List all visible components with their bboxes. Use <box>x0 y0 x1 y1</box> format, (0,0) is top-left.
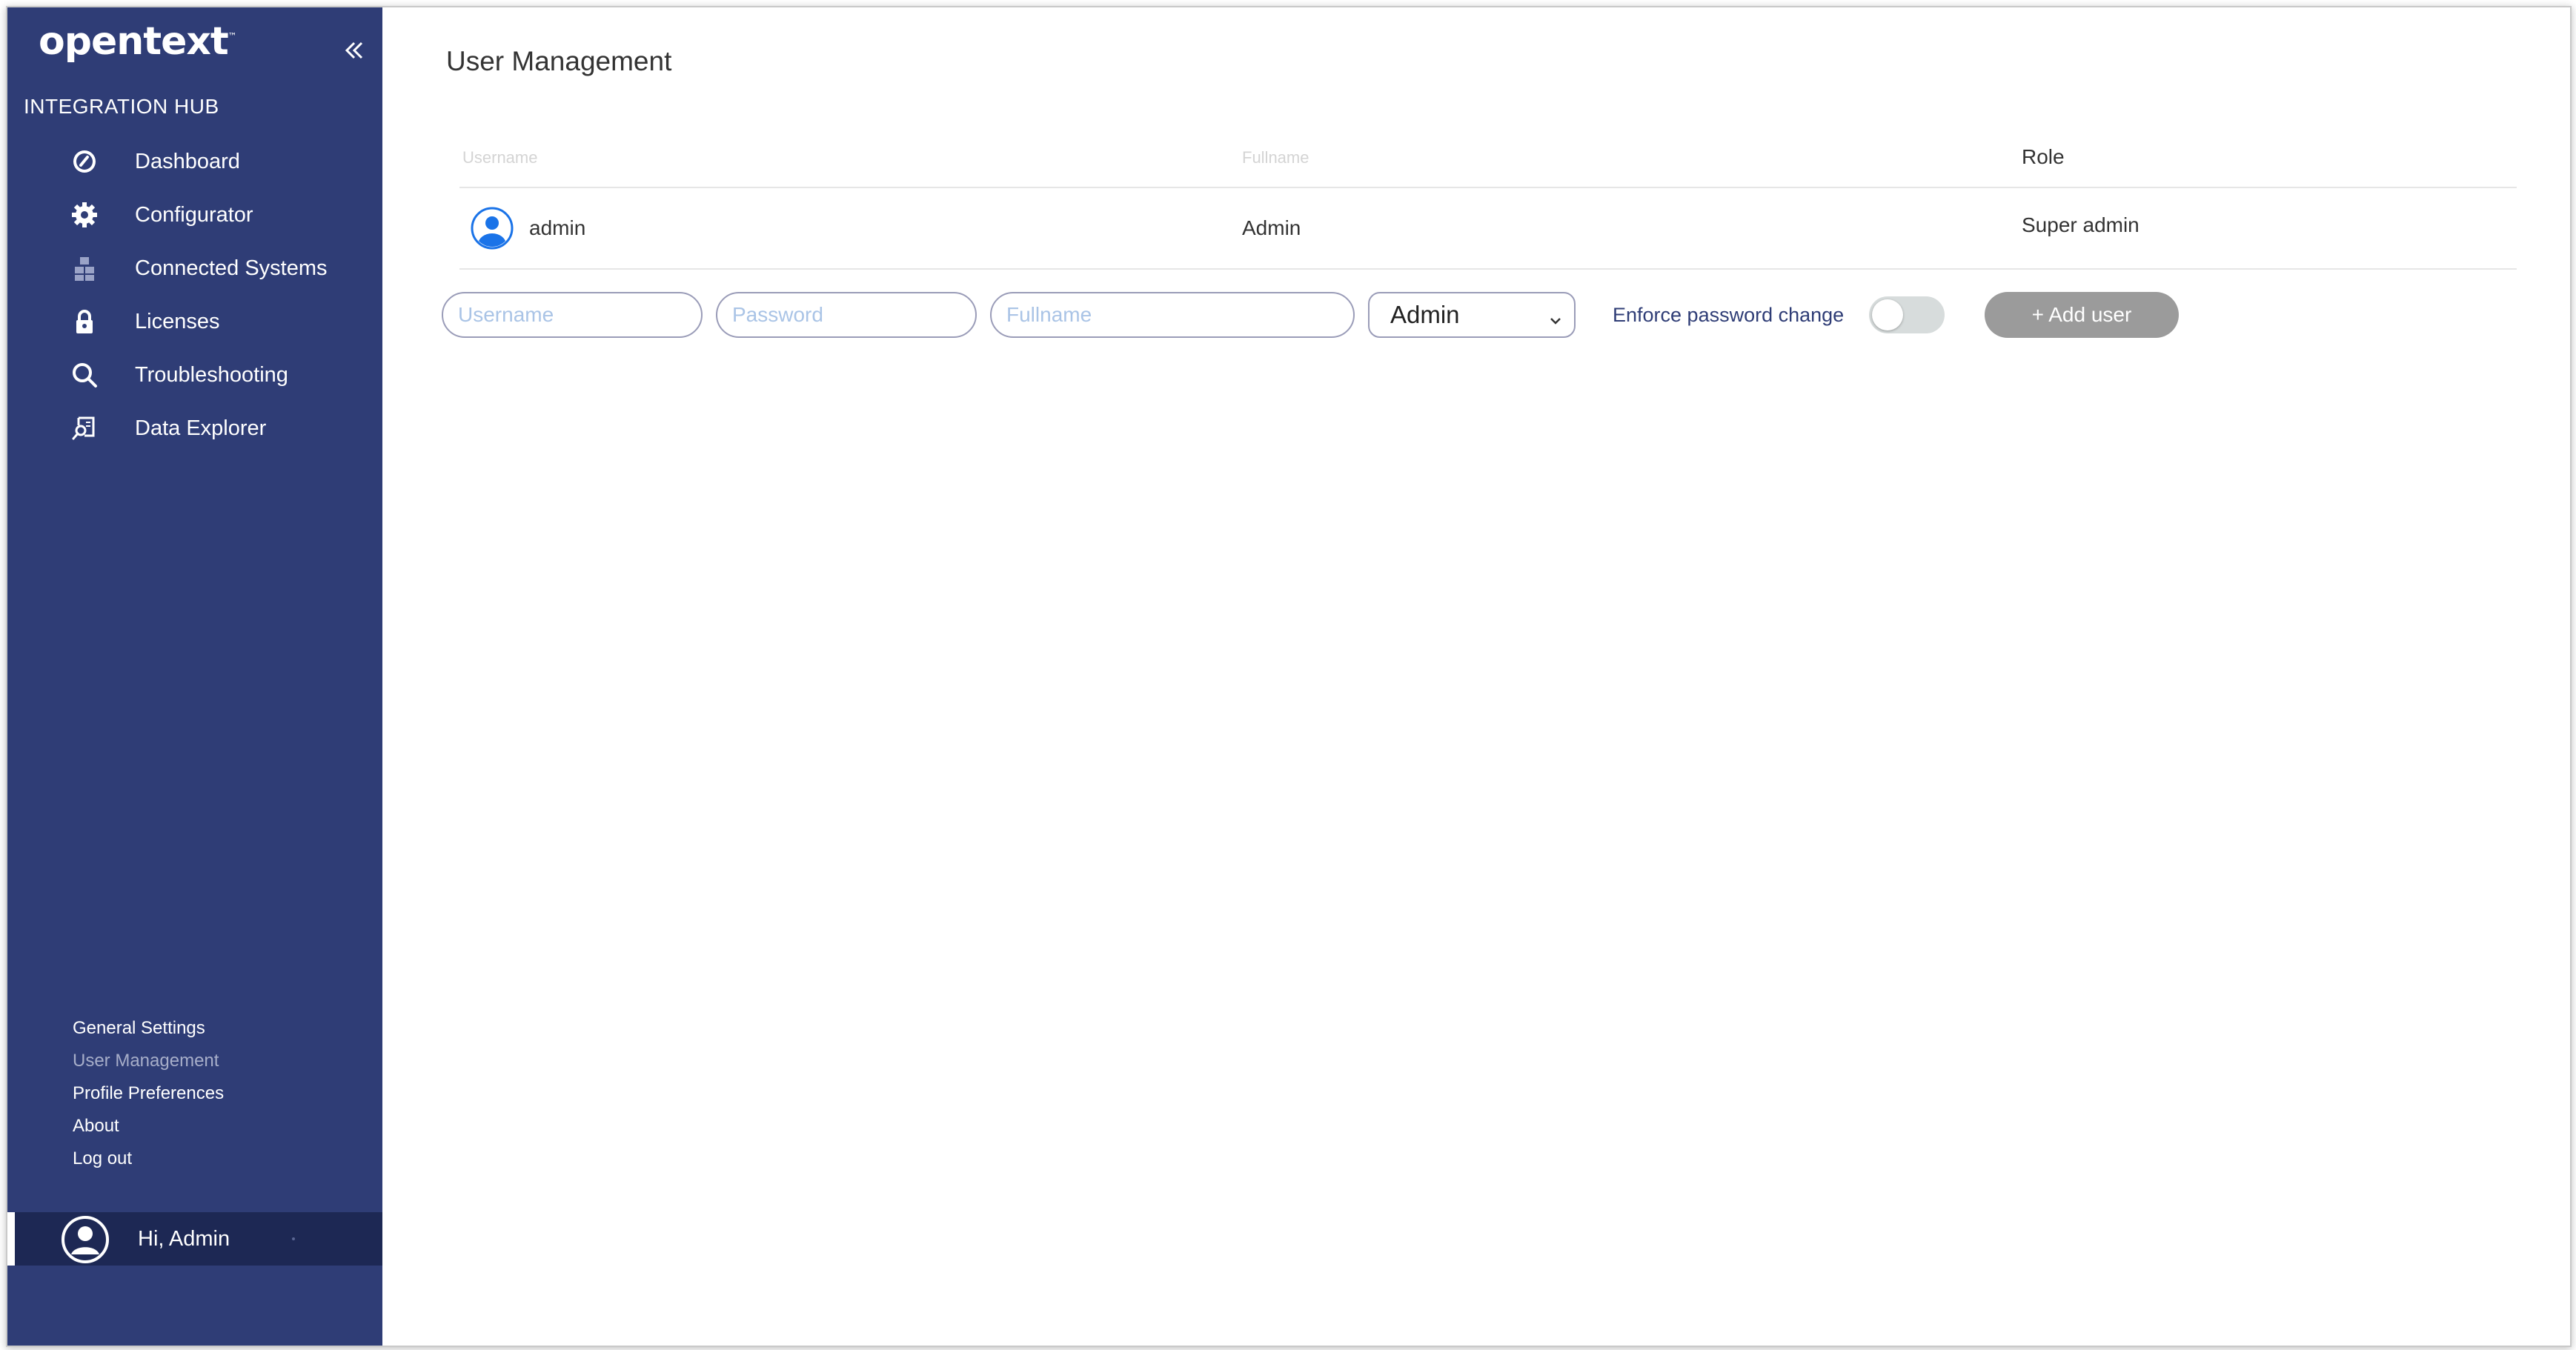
user-profile-bar[interactable]: Hi, Admin <box>7 1212 382 1266</box>
add-user-button[interactable]: + Add user <box>1985 292 2179 338</box>
username-cell: admin <box>529 216 586 239</box>
sidebar-item-label: Data Explorer <box>135 416 267 440</box>
role-select[interactable]: Admin <box>1368 292 1576 338</box>
sidebar-item-label: Licenses <box>135 309 220 333</box>
user-management-link[interactable]: User Management <box>73 1045 224 1077</box>
status-dot <box>292 1237 295 1240</box>
sidebar-item-label: Troubleshooting <box>135 362 288 387</box>
connected-systems-icon <box>70 253 99 283</box>
sidebar-item-dashboard[interactable]: Dashboard <box>7 135 382 188</box>
log-out-link[interactable]: Log out <box>73 1143 224 1175</box>
user-avatar-icon <box>470 206 514 250</box>
toggle-knob <box>1872 299 1903 330</box>
avatar <box>61 1215 110 1264</box>
sidebar-item-licenses[interactable]: Licenses <box>7 295 382 348</box>
sidebar-item-label: Dashboard <box>135 149 240 173</box>
page-title: User Management <box>446 46 672 76</box>
role-select-value: Admin <box>1390 301 1460 328</box>
fullname-cell: Admin <box>1242 216 1301 239</box>
lock-icon <box>70 307 99 336</box>
sidebar-item-configurator[interactable]: Configurator <box>7 188 382 242</box>
sidebar-nav: Dashboard Configurator Connected Systems… <box>7 135 382 455</box>
search-icon <box>70 360 99 390</box>
main-content: User Management Username Fullname Role a… <box>382 7 2570 1346</box>
data-explorer-icon <box>70 413 99 443</box>
sidebar-item-connected-systems[interactable]: Connected Systems <box>7 242 382 295</box>
username-input[interactable] <box>442 292 703 338</box>
dashboard-icon <box>70 147 99 176</box>
column-header-role: Role <box>2022 145 2065 168</box>
sidebar: opentext™ INTEGRATION HUB Dashboard Conf… <box>7 7 382 1346</box>
enforce-password-change-label: Enforce password change <box>1613 304 1845 326</box>
active-marker <box>7 1212 15 1266</box>
role-cell: Super admin <box>2022 213 2140 236</box>
table-header: Username Fullname Role <box>459 133 2517 188</box>
fullname-input[interactable] <box>990 292 1355 338</box>
sidebar-item-troubleshooting[interactable]: Troubleshooting <box>7 348 382 402</box>
enforce-password-change-toggle[interactable] <box>1869 296 1945 333</box>
column-header-username: Username <box>462 148 538 167</box>
settings-links: General Settings User Management Profile… <box>73 1012 224 1175</box>
sidebar-item-data-explorer[interactable]: Data Explorer <box>7 402 382 455</box>
users-table: Username Fullname Role admin Admin Super… <box>459 133 2517 270</box>
add-user-form: Admin Enforce password change + Add user <box>442 292 2368 341</box>
app-window: opentext™ INTEGRATION HUB Dashboard Conf… <box>6 6 2572 1347</box>
general-settings-link[interactable]: General Settings <box>73 1012 224 1045</box>
table-row[interactable]: admin Admin Super admin <box>459 188 2517 270</box>
logo: opentext™ <box>39 19 237 64</box>
sidebar-item-label: Connected Systems <box>135 256 328 280</box>
column-header-fullname: Fullname <box>1242 148 1309 167</box>
sidebar-item-label: Configurator <box>135 202 253 227</box>
chevron-down-icon <box>1547 307 1564 325</box>
gear-icon <box>70 200 99 230</box>
profile-preferences-link[interactable]: Profile Preferences <box>73 1077 224 1110</box>
password-input[interactable] <box>716 292 977 338</box>
user-greeting: Hi, Admin <box>138 1227 230 1251</box>
hub-title: INTEGRATION HUB <box>24 95 219 118</box>
collapse-sidebar-icon[interactable] <box>339 36 369 65</box>
about-link[interactable]: About <box>73 1110 224 1143</box>
